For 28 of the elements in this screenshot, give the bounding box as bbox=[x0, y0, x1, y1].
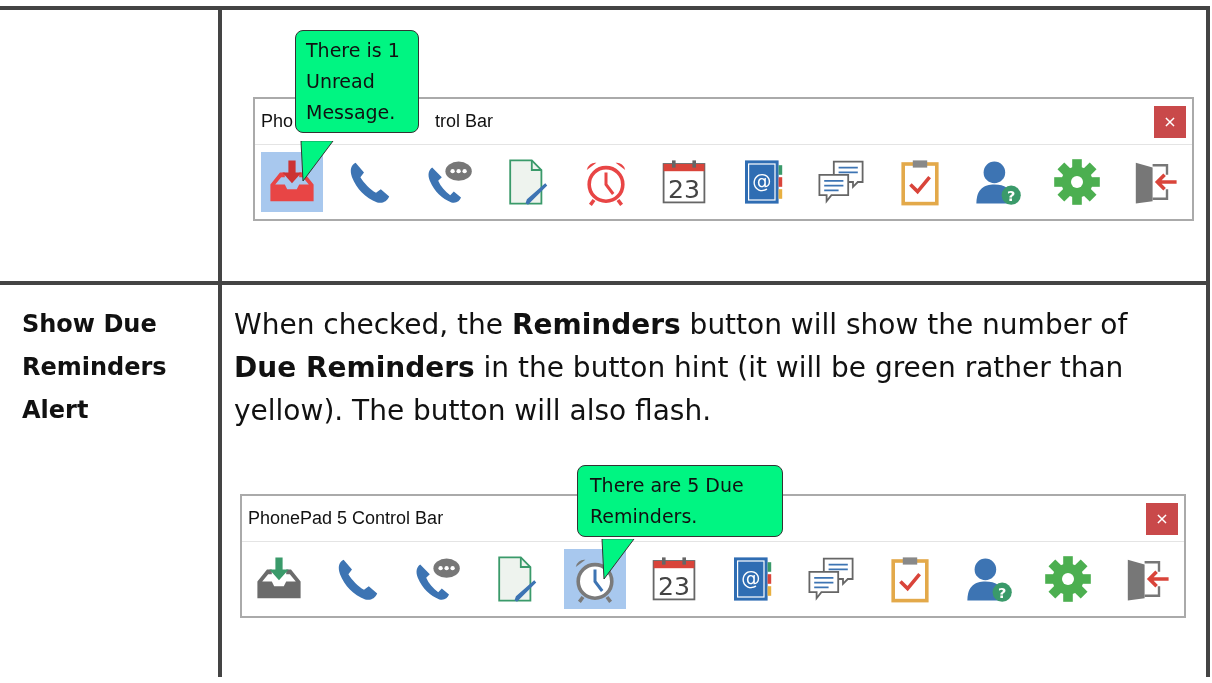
toolbar-button[interactable]: @ bbox=[731, 152, 794, 212]
tooltip: There are 5 Due Reminders. bbox=[577, 465, 783, 537]
settings-icon bbox=[1052, 158, 1101, 206]
option-name: Show Due Reminders Alert bbox=[21, 309, 168, 426]
close-button[interactable]: × bbox=[1146, 502, 1178, 535]
toolbar-button[interactable] bbox=[261, 152, 323, 212]
chat-icon bbox=[817, 158, 866, 206]
at-sign: @ bbox=[751, 170, 772, 193]
tooltip-pointer bbox=[299, 141, 335, 183]
tooltip-pointer bbox=[600, 539, 636, 581]
chat-icon bbox=[807, 555, 856, 603]
toolbar-button[interactable]: @ bbox=[721, 549, 784, 609]
window-title: trol Bar bbox=[435, 110, 494, 133]
question-mark: ? bbox=[998, 585, 1007, 602]
tooltip: There is 1 Unread Message. bbox=[295, 30, 419, 133]
settings-icon bbox=[1044, 555, 1093, 603]
close-button[interactable]: × bbox=[1154, 105, 1186, 138]
calendar-date: 23 bbox=[668, 174, 701, 204]
calendar-date: 23 bbox=[657, 571, 690, 601]
question-mark: ? bbox=[1007, 188, 1016, 205]
toolbar-button[interactable]: ? bbox=[967, 152, 1030, 212]
toolbar-button[interactable]: ? bbox=[958, 549, 1021, 609]
window-title: Pho bbox=[261, 110, 294, 133]
window-title: PhonePad 5 Control Bar bbox=[248, 507, 444, 530]
toolbar-button[interactable]: 23 bbox=[642, 549, 705, 609]
toolbar-button[interactable]: 23 bbox=[653, 152, 716, 212]
option-description: When checked, the Reminders button will show the number of Due Reminders in the button hint (it will be green rather than yellow). The button will also flash. bbox=[233, 307, 1129, 429]
at-sign: @ bbox=[741, 567, 761, 590]
